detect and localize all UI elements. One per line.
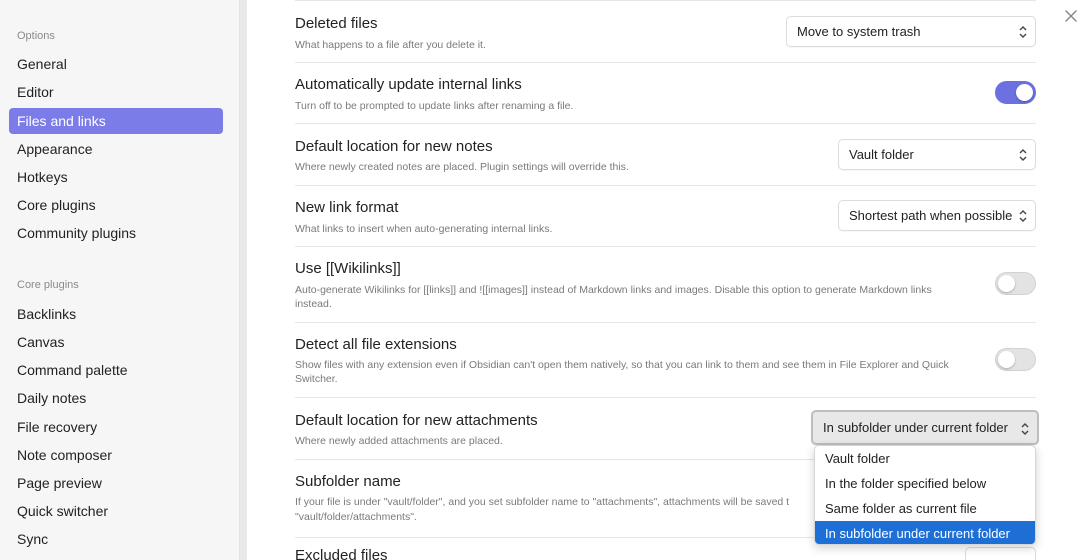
sidebar-item-files-and-links[interactable]: Files and links xyxy=(9,108,223,134)
sidebar-item-hotkeys[interactable]: Hotkeys xyxy=(9,164,223,190)
setting-description: Where newly created notes are placed. Pl… xyxy=(295,161,629,173)
attachments-location-dropdown: Vault folder In the folder specified bel… xyxy=(814,445,1036,545)
close-icon[interactable] xyxy=(1063,8,1081,26)
setting-description-line1: Show files with any extension even if Ob… xyxy=(295,359,949,371)
select-value: Shortest path when possible xyxy=(849,208,1013,223)
setting-description: Where newly added attachments are placed… xyxy=(295,435,503,447)
sidebar-item-general[interactable]: General xyxy=(9,51,223,77)
excluded-files-manage-button[interactable] xyxy=(965,547,1036,560)
detect-extensions-toggle[interactable] xyxy=(995,348,1036,371)
attachments-location-select[interactable]: In subfolder under current folder xyxy=(811,410,1039,445)
chevron-up-down-icon xyxy=(1019,26,1027,38)
sidebar-item-canvas[interactable]: Canvas xyxy=(9,329,223,355)
setting-name: Deleted files xyxy=(295,15,378,32)
setting-detect-extensions: Detect all file extensions Show files wi… xyxy=(295,322,1036,397)
setting-description-line2: Switcher. xyxy=(295,373,338,385)
sidebar-item-command-palette[interactable]: Command palette xyxy=(9,357,223,383)
setting-name: Use [[Wikilinks]] xyxy=(295,260,401,277)
select-value: Vault folder xyxy=(849,147,914,162)
setting-auto-update-links: Automatically update internal links Turn… xyxy=(295,62,1036,124)
sidebar-scrollbar[interactable] xyxy=(240,0,247,560)
options-heading: Options xyxy=(17,30,55,42)
sidebar-item-daily-notes[interactable]: Daily notes xyxy=(9,385,223,411)
setting-description-line1: If your file is under "vault/folder", an… xyxy=(295,496,790,508)
chevron-up-down-icon xyxy=(1019,149,1027,161)
sidebar-item-file-recovery[interactable]: File recovery xyxy=(9,414,223,440)
setting-description-line2: "vault/folder/attachments". xyxy=(295,511,417,523)
auto-update-links-toggle[interactable] xyxy=(995,81,1036,104)
dropdown-option-specified-folder[interactable]: In the folder specified below xyxy=(815,471,1035,496)
sidebar-item-community-plugins[interactable]: Community plugins xyxy=(9,220,223,246)
setting-description: What links to insert when auto-generatin… xyxy=(295,223,553,235)
sidebar-item-sync[interactable]: Sync xyxy=(9,526,223,552)
setting-description-line2: instead. xyxy=(295,298,332,310)
sidebar-item-appearance[interactable]: Appearance xyxy=(9,136,223,162)
setting-name: Automatically update internal links xyxy=(295,76,522,93)
select-value: In subfolder under current folder xyxy=(823,420,1008,435)
new-link-format-select[interactable]: Shortest path when possible xyxy=(838,200,1036,231)
sidebar-item-backlinks[interactable]: Backlinks xyxy=(9,301,223,327)
default-new-notes-select[interactable]: Vault folder xyxy=(838,139,1036,170)
sidebar-item-note-composer[interactable]: Note composer xyxy=(9,442,223,468)
sidebar-item-quick-switcher[interactable]: Quick switcher xyxy=(9,498,223,524)
dropdown-option-subfolder[interactable]: In subfolder under current folder xyxy=(815,521,1035,544)
setting-name: New link format xyxy=(295,199,399,216)
select-value: Move to system trash xyxy=(797,24,921,39)
sidebar-item-editor[interactable]: Editor xyxy=(9,79,223,105)
setting-description: What happens to a file after you delete … xyxy=(295,39,486,51)
setting-name: Default location for new attachments xyxy=(295,412,538,429)
core-plugins-heading: Core plugins xyxy=(17,279,79,291)
dropdown-option-same-folder[interactable]: Same folder as current file xyxy=(815,496,1035,521)
sidebar-item-core-plugins[interactable]: Core plugins xyxy=(9,192,223,218)
setting-description-line1: Auto-generate Wikilinks for [[links]] an… xyxy=(295,284,932,296)
chevron-up-down-icon xyxy=(1021,423,1029,435)
deleted-files-select[interactable]: Move to system trash xyxy=(786,16,1036,47)
chevron-up-down-icon xyxy=(1019,210,1027,222)
setting-name: Excluded files xyxy=(295,547,388,560)
dropdown-option-vault-folder[interactable]: Vault folder xyxy=(815,446,1035,471)
setting-name: Subfolder name xyxy=(295,473,401,490)
settings-sidebar: Options General Editor Files and links A… xyxy=(0,0,240,560)
use-wikilinks-toggle[interactable] xyxy=(995,272,1036,295)
setting-name: Default location for new notes xyxy=(295,138,493,155)
setting-name: Detect all file extensions xyxy=(295,336,457,353)
setting-description: Turn off to be prompted to update links … xyxy=(295,100,574,112)
setting-use-wikilinks: Use [[Wikilinks]] Auto-generate Wikilink… xyxy=(295,246,1036,322)
sidebar-item-page-preview[interactable]: Page preview xyxy=(9,470,223,496)
